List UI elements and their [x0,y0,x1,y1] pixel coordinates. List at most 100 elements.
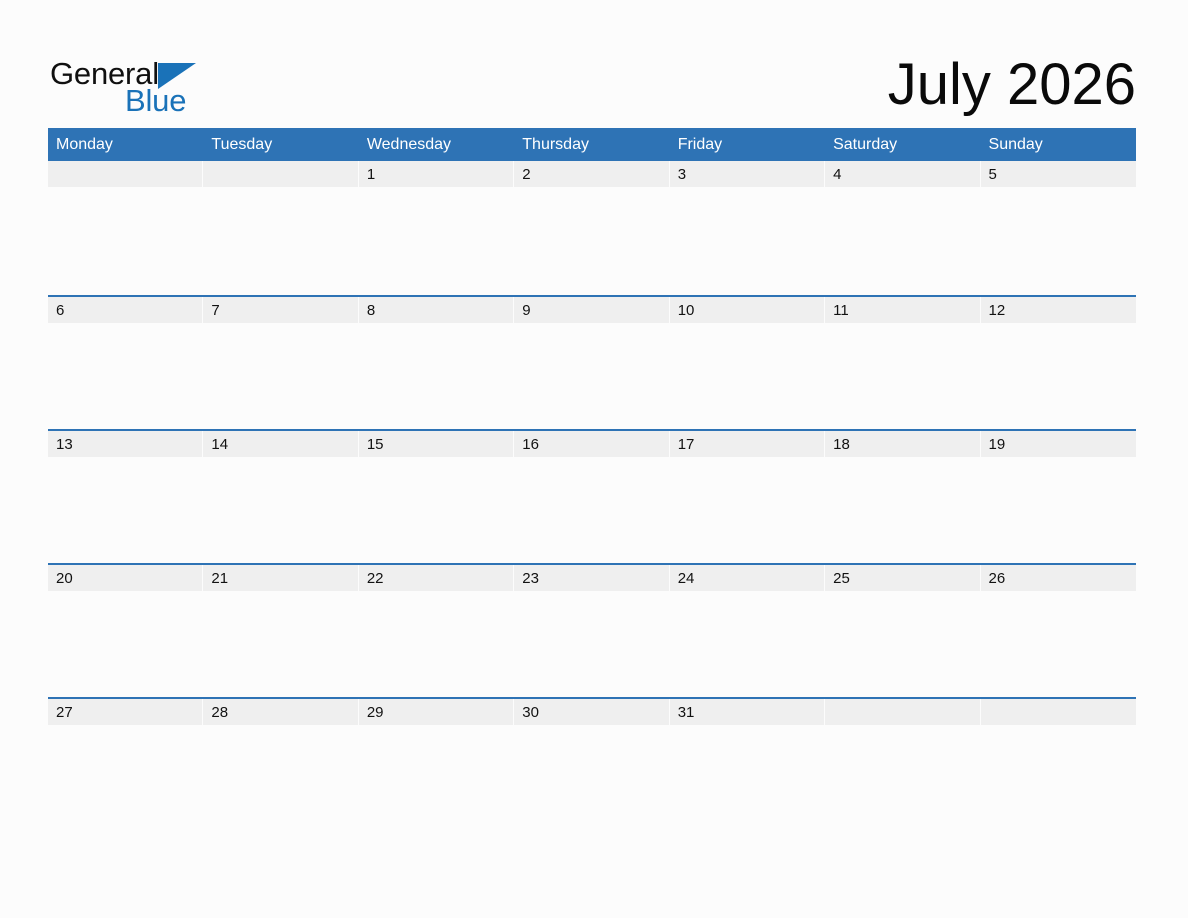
calendar-week-row: 1 2 3 4 5 [48,161,1136,295]
day-cell[interactable]: 30 [514,699,670,725]
day-event-area[interactable] [514,323,669,429]
day-event-area[interactable] [670,457,825,563]
day-cell[interactable] [825,699,981,725]
day-number: 16 [522,435,539,453]
day-cell[interactable]: 29 [358,699,515,725]
day-cell[interactable]: 10 [669,297,826,323]
day-event-area[interactable] [48,323,203,429]
day-event-area[interactable] [514,591,669,697]
day-event-area[interactable] [981,725,1136,831]
day-event-area[interactable] [825,457,980,563]
day-event-area[interactable] [825,187,980,295]
general-blue-logo: General Blue [50,57,250,119]
day-cell[interactable]: 22 [358,565,515,591]
day-cell[interactable]: 16 [514,431,670,457]
day-cell[interactable]: 4 [825,161,981,187]
day-event-area[interactable] [825,725,980,831]
day-event-area[interactable] [359,323,514,429]
weekday-label: Wednesday [366,135,452,153]
day-event-area[interactable] [359,457,514,563]
day-number: 1 [366,165,376,183]
day-cell[interactable]: 3 [669,161,826,187]
day-number: 22 [366,569,384,587]
day-event-area[interactable] [359,725,514,831]
day-cell[interactable] [48,161,204,187]
day-cell[interactable]: 7 [203,297,359,323]
day-event-area[interactable] [670,591,825,697]
day-cell[interactable]: 8 [358,297,515,323]
day-event-area[interactable] [670,323,825,429]
day-cell[interactable]: 1 [358,161,515,187]
day-number: 17 [677,435,695,453]
day-event-area[interactable] [981,591,1136,697]
day-event-area[interactable] [981,457,1136,563]
day-cell[interactable]: 2 [514,161,670,187]
day-number: 31 [677,703,695,721]
day-event-area[interactable] [48,457,203,563]
weekday-header-sunday: Sunday [981,128,1136,161]
day-number: 5 [988,165,997,183]
day-cell[interactable]: 15 [358,431,515,457]
calendar-grid: Monday Tuesday Wednesday Thursday Friday… [48,128,1136,831]
day-cell[interactable]: 9 [514,297,670,323]
day-event-area[interactable] [48,591,203,697]
day-event-area[interactable] [670,187,825,295]
day-number: 18 [833,435,850,453]
day-cell[interactable]: 26 [980,565,1136,591]
day-cell[interactable]: 28 [203,699,359,725]
day-number: 23 [522,569,539,587]
day-event-area[interactable] [359,591,514,697]
day-event-area[interactable] [203,457,358,563]
day-cell[interactable]: 19 [980,431,1136,457]
day-cell[interactable]: 20 [48,565,204,591]
week-event-band [48,187,1136,295]
day-number: 14 [211,435,229,453]
day-cell[interactable]: 12 [980,297,1136,323]
logo-text-blue: Blue [125,83,187,118]
weekday-header-thursday: Thursday [514,128,669,161]
day-event-area[interactable] [670,725,825,831]
day-event-area[interactable] [203,591,358,697]
day-event-area[interactable] [514,187,669,295]
day-event-area[interactable] [48,187,203,295]
week-date-band: 13 14 15 16 17 18 19 [48,431,1136,457]
calendar-week-row: 6 7 8 9 10 11 12 [48,295,1136,429]
day-cell[interactable]: 17 [669,431,826,457]
day-number: 2 [522,165,531,183]
day-event-area[interactable] [48,725,203,831]
day-cell[interactable]: 21 [203,565,359,591]
day-cell[interactable] [980,699,1136,725]
day-event-area[interactable] [981,323,1136,429]
week-event-band [48,323,1136,429]
day-cell[interactable]: 18 [825,431,981,457]
day-cell[interactable]: 23 [514,565,670,591]
day-event-area[interactable] [514,725,669,831]
day-event-area[interactable] [203,323,358,429]
day-cell[interactable]: 31 [669,699,826,725]
week-event-band [48,725,1136,831]
day-cell[interactable]: 11 [825,297,981,323]
day-cell[interactable]: 6 [48,297,204,323]
day-event-area[interactable] [203,187,358,295]
day-cell[interactable]: 24 [669,565,826,591]
day-cell[interactable] [203,161,359,187]
week-date-band: 1 2 3 4 5 [48,161,1136,187]
day-number: 8 [366,301,376,319]
day-cell[interactable]: 27 [48,699,204,725]
day-event-area[interactable] [825,591,980,697]
day-event-area[interactable] [514,457,669,563]
day-event-area[interactable] [825,323,980,429]
day-number: 9 [522,301,531,319]
calendar-week-row: 13 14 15 16 17 18 19 [48,429,1136,563]
page-header: General Blue July 2026 [0,0,1188,128]
day-event-area[interactable] [203,725,358,831]
weekday-label: Friday [677,135,723,153]
day-cell[interactable]: 14 [203,431,359,457]
weekday-label: Monday [56,135,113,153]
day-number: 13 [56,435,73,453]
day-cell[interactable]: 5 [980,161,1136,187]
day-cell[interactable]: 13 [48,431,204,457]
day-event-area[interactable] [981,187,1136,295]
day-cell[interactable]: 25 [825,565,981,591]
day-event-area[interactable] [359,187,514,295]
